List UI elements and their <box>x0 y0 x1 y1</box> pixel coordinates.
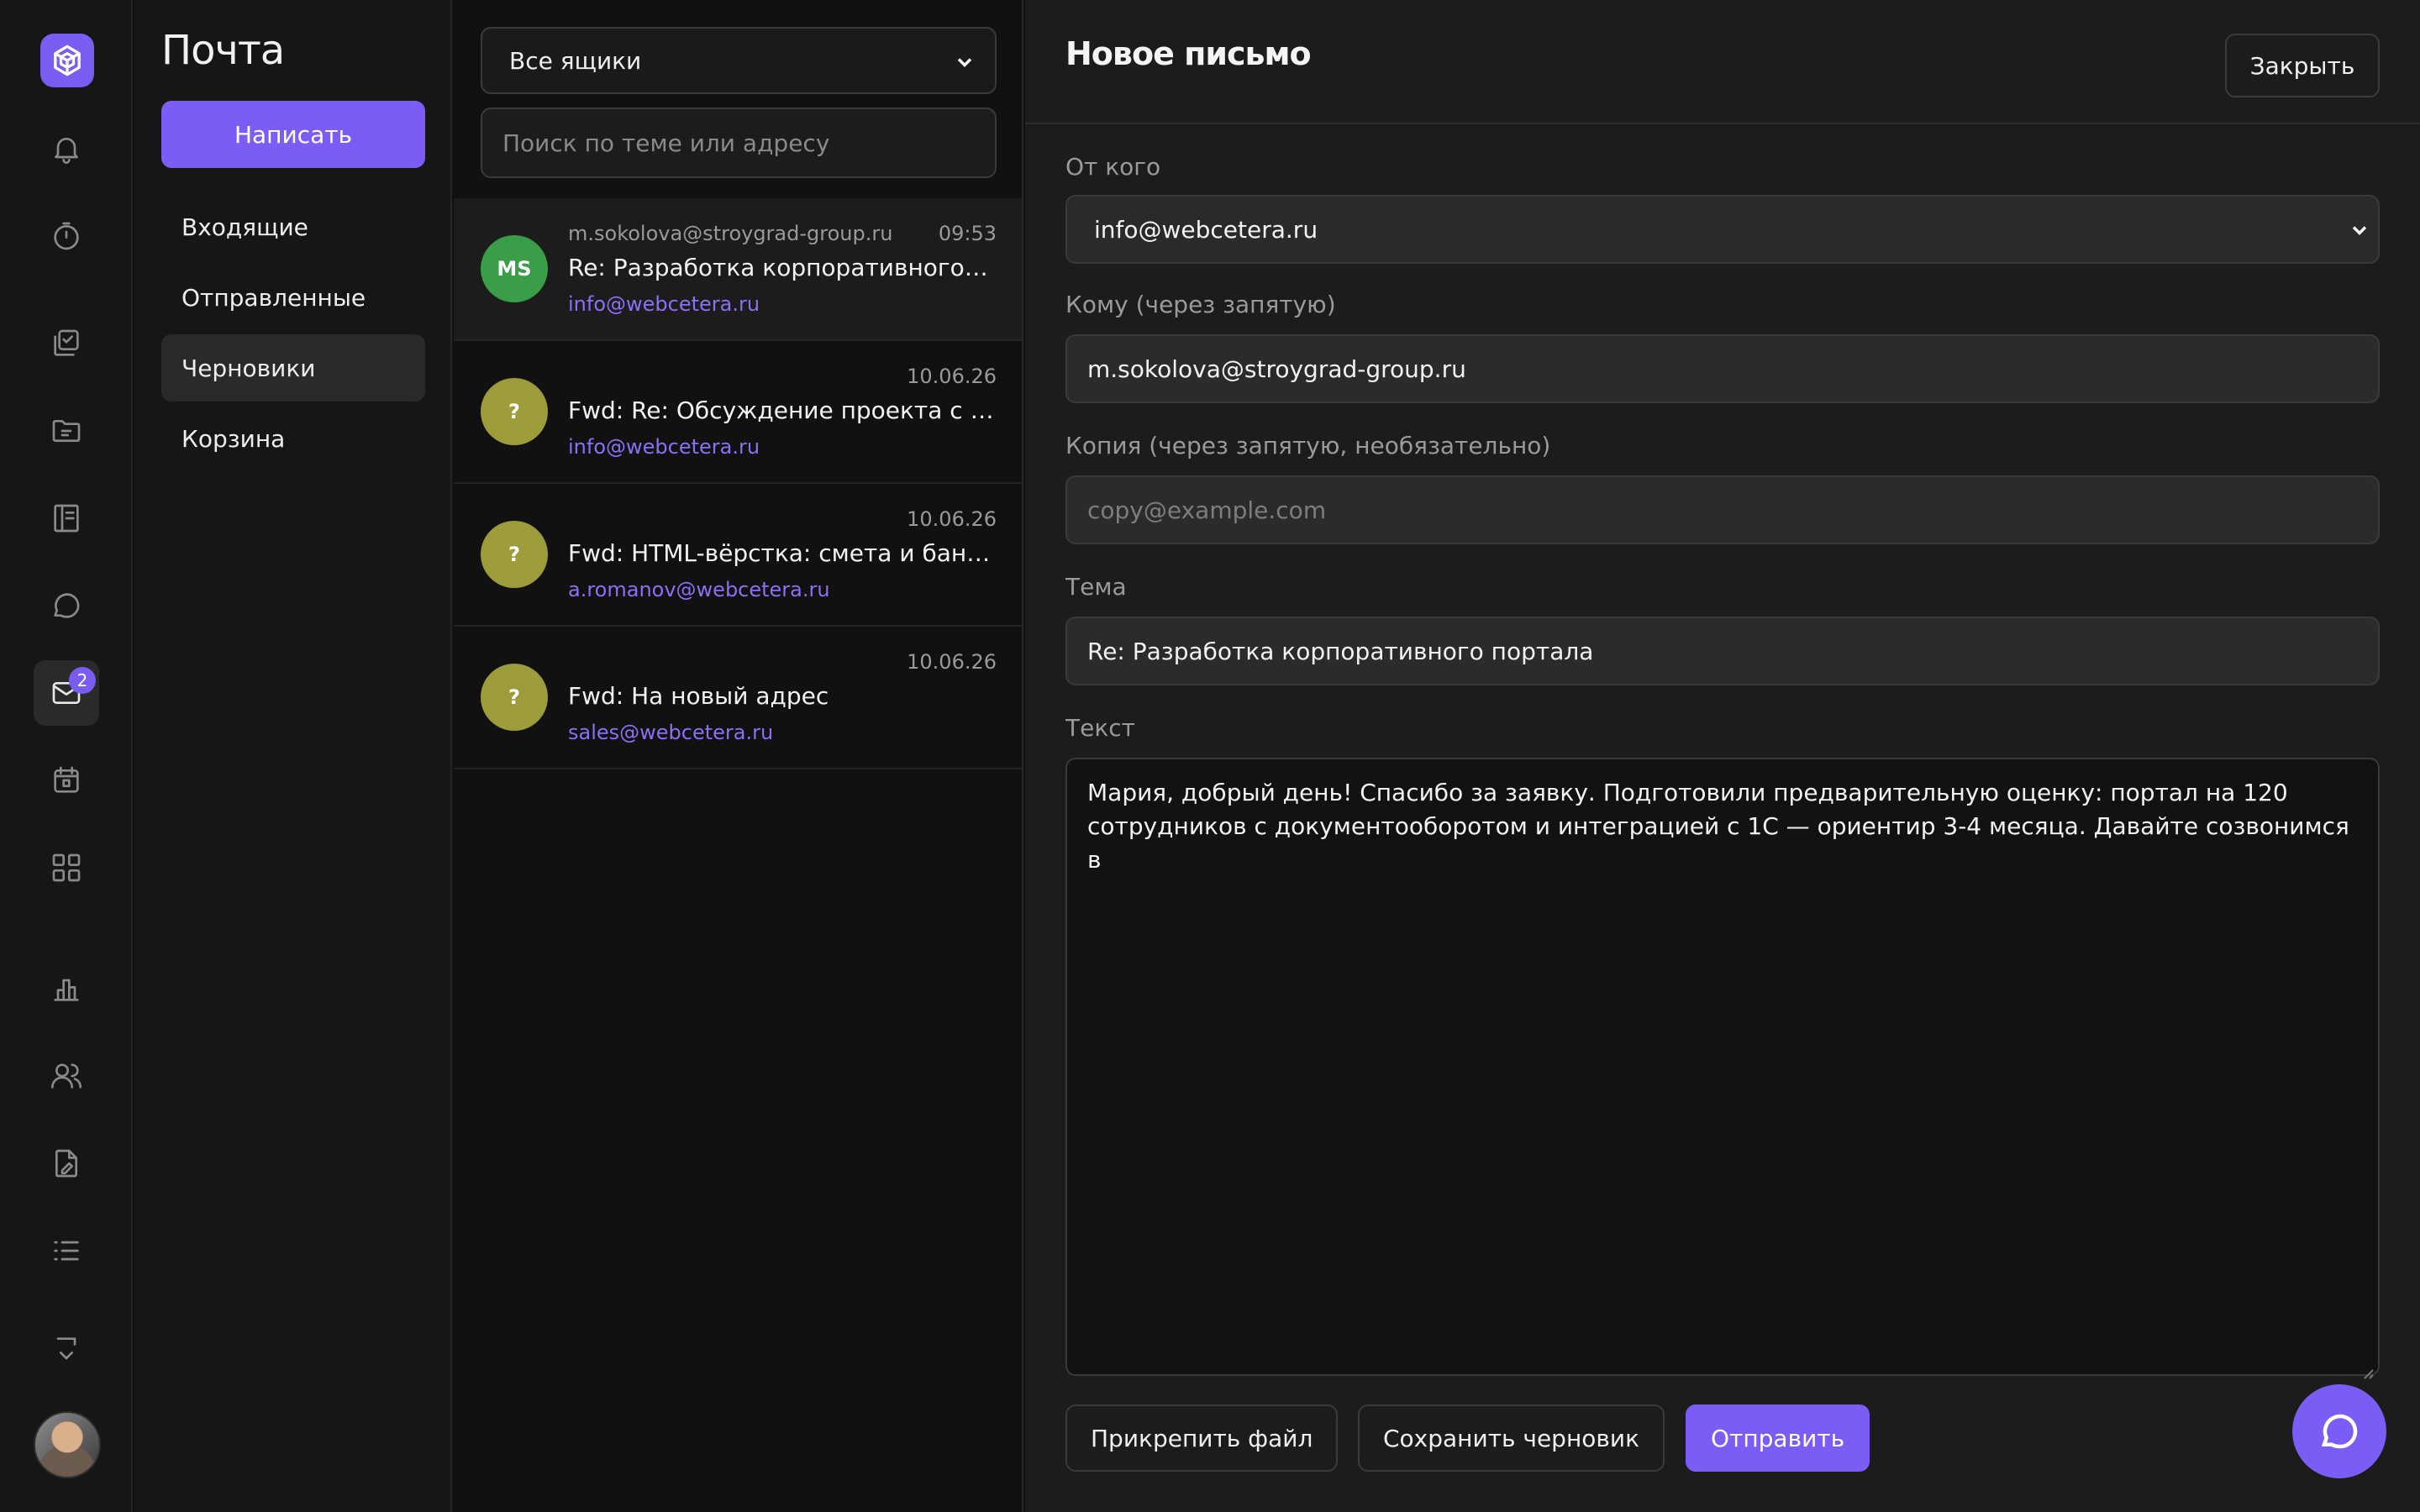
timer-icon <box>54 222 79 250</box>
apps-button[interactable] <box>34 835 99 900</box>
notebook-button[interactable] <box>34 486 99 551</box>
message-item[interactable]: ? 10.06.26 Fwd: HTML-вёрстка: смета и ба… <box>454 484 1022 627</box>
attach-file-button[interactable]: Прикрепить файл <box>1065 1404 1339 1472</box>
file-edit-icon <box>55 1149 77 1178</box>
subject-label: Тема <box>1065 573 1127 601</box>
compose-button[interactable]: Написать <box>161 101 425 168</box>
calendar-button[interactable] <box>34 748 99 813</box>
to-field[interactable]: m.sokolova@stroygrad-group.ru <box>1065 334 2380 403</box>
send-button[interactable]: Отправить <box>1686 1404 1870 1472</box>
files-button[interactable] <box>34 398 99 464</box>
from-select[interactable]: info@webcetera.ru <box>1065 195 2380 264</box>
message-mailbox: sales@webcetera.ru <box>568 721 774 744</box>
compose-title: Новое письмо <box>1065 35 1312 72</box>
page-title: Почта <box>161 27 285 74</box>
folder-sent[interactable]: Отправленные <box>161 264 425 331</box>
expand-rail-button[interactable] <box>34 1317 99 1383</box>
body-label: Текст <box>1065 714 1135 742</box>
message-subject: Fwd: На новый адрес <box>568 682 829 710</box>
save-draft-button[interactable]: Сохранить черновик <box>1358 1404 1665 1472</box>
message-item[interactable]: ? 10.06.26 Fwd: Re: Обсуждение проекта с… <box>454 341 1022 484</box>
to-label: Кому (через запятую) <box>1065 291 1336 318</box>
chat-icon <box>54 593 80 618</box>
subject-field[interactable]: Re: Разработка корпоративного портала <box>1065 617 2380 685</box>
documents-button[interactable] <box>34 1131 99 1196</box>
sender-avatar: ? <box>481 521 548 588</box>
from-select-value: info@webcetera.ru <box>1094 215 1318 244</box>
sender-avatar: ? <box>481 378 548 445</box>
chevron-down-icon <box>953 50 976 74</box>
calendar-icon <box>54 766 79 793</box>
message-mailbox: a.romanov@webcetera.ru <box>568 578 830 601</box>
chart-icon <box>54 979 79 1001</box>
compose-header: Новое письмо Закрыть <box>1025 0 2420 124</box>
chevron-down-icon <box>56 1337 76 1360</box>
support-chat-button[interactable] <box>2292 1384 2386 1478</box>
cc-label: Копия (через запятую, необязательно) <box>1065 432 1551 459</box>
folder-inbox[interactable]: Входящие <box>161 193 425 260</box>
folder-drafts[interactable]: Черновики <box>161 334 425 402</box>
bell-icon <box>55 138 78 164</box>
list-icon <box>54 1241 79 1261</box>
message-time: 10.06.26 <box>907 507 997 531</box>
user-avatar[interactable] <box>34 1411 101 1478</box>
analytics-button[interactable] <box>34 956 99 1021</box>
close-button[interactable]: Закрыть <box>2225 34 2380 97</box>
message-subject: Re: Разработка корпоративного портала <box>568 254 995 281</box>
message-item[interactable]: MS m.sokolova@stroygrad-group.ru 09:53 R… <box>454 198 1022 341</box>
compose-panel: Новое письмо Закрыть От кого info@webcet… <box>1025 0 2420 1512</box>
resize-handle-icon[interactable] <box>2360 1356 2375 1379</box>
apps-icon <box>52 853 81 882</box>
mail-unread-badge: 2 <box>69 667 96 694</box>
tasks-icon <box>54 329 79 356</box>
notebook-icon <box>54 504 79 533</box>
mail-button[interactable]: 2 <box>34 660 99 726</box>
message-mailbox: info@webcetera.ru <box>568 292 760 316</box>
message-time: 10.06.26 <box>907 650 997 674</box>
tasks-button[interactable] <box>34 311 99 376</box>
body-text-content: Мария, добрый день! Спасибо за заявку. П… <box>1087 779 2349 874</box>
message-list-panel: Все ящики MS m.sokolova@stroygrad-group.… <box>454 0 1023 1512</box>
from-label: От кого <box>1065 153 1161 181</box>
list-button[interactable] <box>34 1218 99 1284</box>
notifications-button[interactable] <box>34 116 99 181</box>
app-logo-icon[interactable] <box>40 34 94 87</box>
folder-trash[interactable]: Корзина <box>161 405 425 472</box>
chat-icon <box>2321 1414 2358 1449</box>
folder-icon <box>52 420 81 442</box>
message-item[interactable]: ? 10.06.26 Fwd: На новый адрес sales@web… <box>454 627 1022 769</box>
chevron-down-icon <box>2348 218 2371 242</box>
mailbox-select-value: Все ящики <box>509 46 642 75</box>
sender-avatar: MS <box>481 235 548 302</box>
icon-rail: 2 <box>0 0 133 1512</box>
search-input[interactable] <box>481 108 997 178</box>
message-subject: Fwd: HTML-вёрстка: смета и банковские ре… <box>568 539 995 567</box>
timer-button[interactable] <box>34 203 99 269</box>
message-time: 10.06.26 <box>907 365 997 388</box>
sender-avatar: ? <box>481 664 548 731</box>
mailbox-select[interactable]: Все ящики <box>481 27 997 94</box>
users-button[interactable] <box>34 1043 99 1109</box>
cc-field[interactable]: copy@example.com <box>1065 475 2380 544</box>
body-textarea[interactable]: Мария, добрый день! Спасибо за заявку. П… <box>1065 758 2380 1379</box>
message-subject: Fwd: Re: Обсуждение проекта с клиентом <box>568 396 995 424</box>
users-icon <box>51 1063 82 1089</box>
message-mailbox: info@webcetera.ru <box>568 435 760 459</box>
mail-sidebar: Почта Написать Входящие Отправленные Чер… <box>134 0 452 1512</box>
message-time: 09:53 <box>938 222 997 245</box>
message-from: m.sokolova@stroygrad-group.ru <box>568 222 893 245</box>
messenger-button[interactable] <box>34 573 99 638</box>
